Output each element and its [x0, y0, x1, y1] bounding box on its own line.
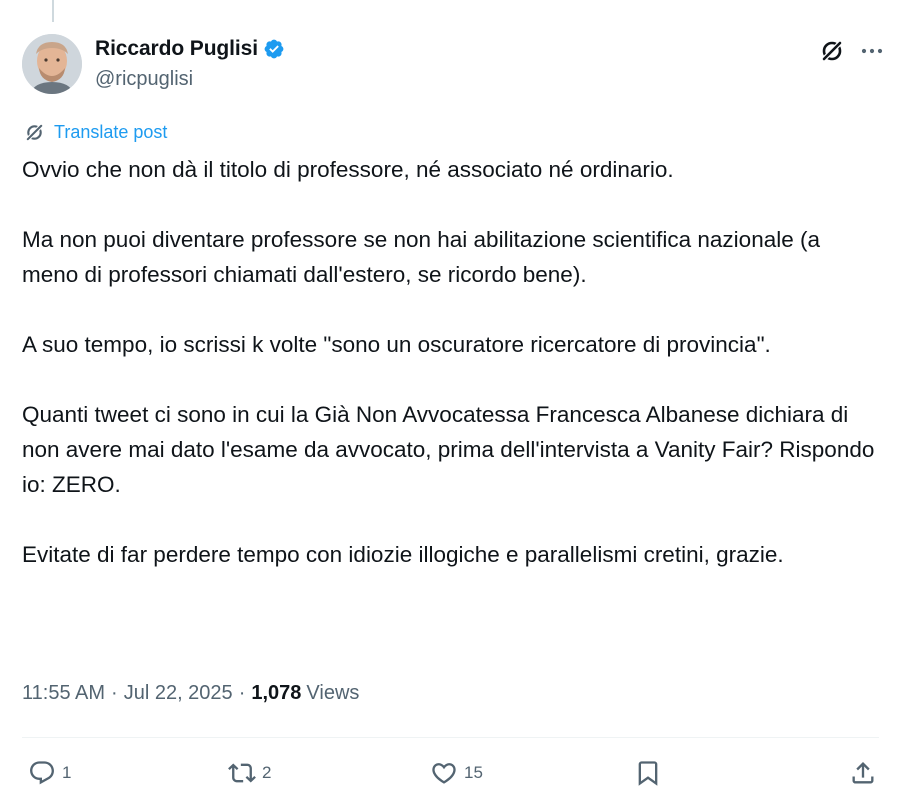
like-icon [432, 763, 456, 784]
tweet-detail: Riccardo Puglisi @ricpuglisi Translate p… [0, 0, 909, 812]
post-meta: 11:55 AM · Jul 22, 2025 · 1,078 Views [22, 682, 359, 705]
post-paragraph: A suo tempo, io scrissi k volte "sono un… [22, 332, 771, 357]
translate-post-link[interactable]: Translate post [24, 122, 167, 143]
avatar-portrait-icon [22, 34, 82, 94]
share-button[interactable] [849, 755, 877, 791]
views-label: Views [306, 682, 360, 704]
header-actions [819, 38, 885, 64]
like-button[interactable]: 15 [430, 755, 483, 791]
author-name-row: Riccardo Puglisi [95, 36, 285, 62]
more-options-icon[interactable] [859, 38, 885, 64]
repost-button[interactable]: 2 [228, 755, 271, 791]
author-name-block: Riccardo Puglisi @ricpuglisi [95, 36, 285, 91]
translate-post-label: Translate post [54, 122, 168, 142]
grok-icon[interactable] [819, 38, 845, 64]
meta-separator: · [238, 682, 246, 704]
reply-count: 1 [62, 763, 72, 782]
author-display-name[interactable]: Riccardo Puglisi [95, 37, 258, 61]
thread-connector-line [52, 0, 54, 22]
author-handle[interactable]: @ricpuglisi [95, 68, 285, 91]
post-time[interactable]: 11:55 AM [22, 682, 105, 705]
actions-divider [22, 737, 879, 738]
repost-count: 2 [262, 763, 272, 782]
post-paragraph: Ma non puoi diventare professore se non … [22, 227, 820, 287]
repost-icon [228, 763, 256, 783]
meta-separator: · [111, 682, 118, 704]
verified-badge-icon[interactable] [263, 38, 285, 60]
post-paragraph: Quanti tweet ci sono in cui la Già Non A… [22, 402, 875, 497]
post-paragraph: Ovvio che non dà il titolo di professore… [22, 157, 674, 182]
reply-icon [30, 761, 54, 785]
share-icon [852, 762, 874, 784]
action-bar: 1 2 15 [22, 755, 877, 791]
post-date[interactable]: Jul 22, 2025 [124, 682, 233, 705]
views-count: 1,078 [251, 682, 302, 704]
translate-icon [25, 123, 44, 142]
reply-button[interactable]: 1 [28, 755, 71, 791]
bookmark-button[interactable] [634, 755, 662, 791]
bookmark-icon [638, 761, 658, 786]
post-paragraph: Evitate di far perdere tempo con idiozie… [22, 542, 784, 567]
tweet-header: Riccardo Puglisi @ricpuglisi [22, 34, 885, 94]
post-text: Ovvio che non dà il titolo di professore… [22, 152, 882, 572]
like-count: 15 [464, 763, 483, 782]
avatar[interactable] [22, 34, 82, 94]
